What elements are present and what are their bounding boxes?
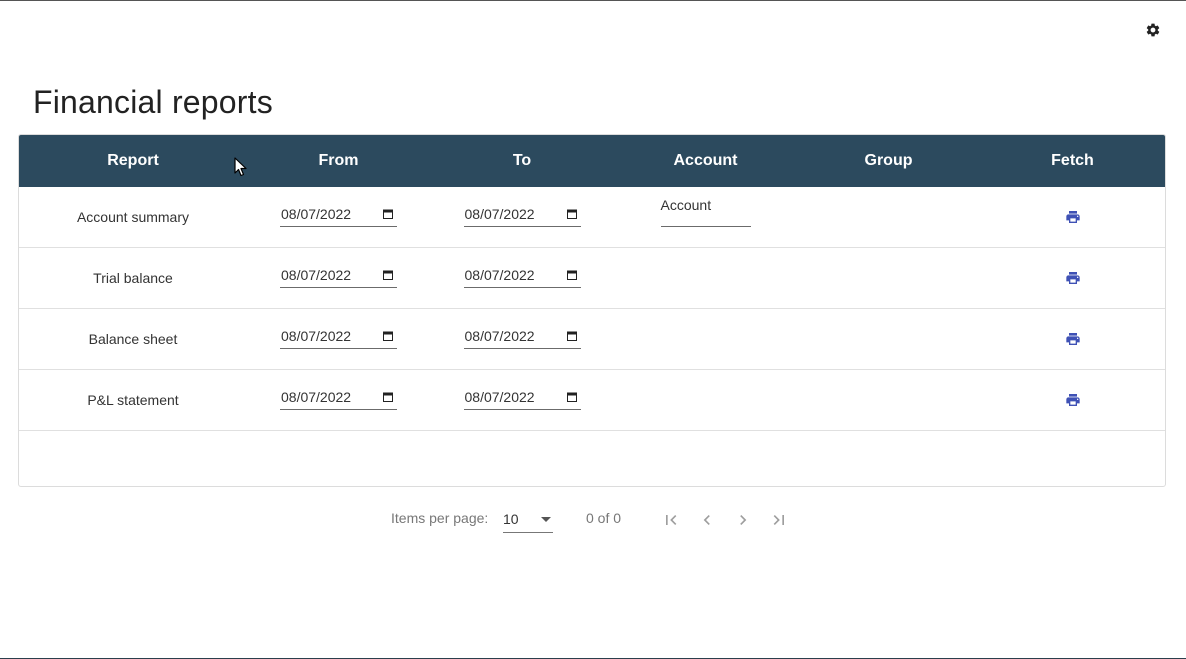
dropdown-arrow-icon (541, 517, 551, 522)
header-fetch: Fetch (1051, 152, 1094, 169)
account-cell (614, 370, 797, 430)
report-name: Trial balance (93, 270, 173, 286)
to-cell: 08/07/2022 (430, 309, 614, 369)
report-name: Balance sheet (88, 331, 178, 347)
report-name: Account summary (76, 209, 190, 225)
calendar-icon[interactable] (383, 270, 393, 280)
from-cell: 08/07/2022 (247, 309, 430, 369)
from-cell: 08/07/2022 (247, 187, 430, 247)
calendar-icon[interactable] (383, 392, 393, 402)
group-cell (797, 187, 980, 247)
from-date-input[interactable]: 08/07/2022 (280, 262, 397, 288)
to-date-input[interactable]: 08/07/2022 (463, 323, 581, 349)
fetch-cell (980, 248, 1165, 308)
window-top-border (0, 0, 1186, 1)
from-date-input[interactable]: 08/07/2022 (280, 384, 397, 410)
printer-icon[interactable] (1064, 331, 1082, 347)
date-value: 08/07/2022 (281, 266, 352, 283)
header-group: Group (864, 152, 913, 169)
to-date-input[interactable]: 08/07/2022 (463, 262, 581, 288)
fetch-cell (980, 370, 1165, 430)
chevron-right-icon[interactable] (733, 510, 753, 530)
chevron-left-icon[interactable] (697, 510, 717, 530)
last-page-icon[interactable] (769, 510, 789, 530)
first-page-icon[interactable] (661, 510, 681, 530)
account-cell: Account (614, 187, 797, 247)
calendar-icon[interactable] (383, 209, 393, 219)
items-per-page-select[interactable]: 10 (503, 507, 553, 533)
reports-table: Report From To Account Group Fetch Accou… (18, 134, 1166, 487)
from-date-input[interactable]: 08/07/2022 (280, 201, 397, 227)
date-value: 08/07/2022 (464, 266, 535, 283)
date-value: 08/07/2022 (281, 388, 352, 405)
page-range-label: 0 of 0 (586, 510, 622, 526)
gear-icon[interactable] (1145, 22, 1161, 38)
header-to: To (512, 152, 532, 169)
account-cell (614, 309, 797, 369)
date-value: 08/07/2022 (281, 327, 352, 344)
report-name: P&L statement (87, 392, 179, 408)
fetch-cell (980, 187, 1165, 247)
account-input[interactable]: Account (660, 197, 751, 227)
account-cell (614, 248, 797, 308)
items-per-page-value: 10 (503, 511, 519, 527)
page-title: Financial reports (33, 84, 273, 120)
date-value: 08/07/2022 (464, 205, 535, 222)
printer-icon[interactable] (1064, 209, 1082, 225)
from-cell: 08/07/2022 (247, 248, 430, 308)
from-date-input[interactable]: 08/07/2022 (280, 323, 397, 349)
to-date-input[interactable]: 08/07/2022 (463, 384, 581, 410)
calendar-icon[interactable] (566, 270, 577, 280)
table-row: Trial balance 08/07/2022 08/07/2022 (19, 248, 1165, 309)
header-report: Report (107, 152, 159, 169)
calendar-icon[interactable] (566, 209, 577, 219)
group-cell (797, 309, 980, 369)
to-cell: 08/07/2022 (430, 248, 614, 308)
calendar-icon[interactable] (383, 331, 393, 341)
header-account: Account (673, 152, 738, 169)
date-value: 08/07/2022 (464, 327, 535, 344)
date-value: 08/07/2022 (281, 205, 352, 222)
table-header-row: Report From To Account Group Fetch (19, 135, 1165, 187)
table-row: Balance sheet 08/07/2022 08/07/2022 (19, 309, 1165, 370)
group-cell (797, 370, 980, 430)
fetch-cell (980, 309, 1165, 369)
date-value: 08/07/2022 (464, 388, 535, 405)
group-cell (797, 248, 980, 308)
printer-icon[interactable] (1064, 270, 1082, 286)
from-cell: 08/07/2022 (247, 370, 430, 430)
to-date-input[interactable]: 08/07/2022 (463, 201, 581, 227)
calendar-icon[interactable] (566, 392, 577, 402)
account-placeholder: Account (660, 197, 712, 213)
header-from: From (318, 152, 359, 169)
paginator: Items per page: 10 0 of 0 (0, 505, 1186, 535)
calendar-icon[interactable] (566, 331, 577, 341)
table-row: Account summary 08/07/2022 08/07/2022 Ac… (19, 187, 1165, 248)
items-per-page-label: Items per page: (391, 510, 489, 526)
printer-icon[interactable] (1064, 392, 1082, 408)
to-cell: 08/07/2022 (430, 370, 614, 430)
mouse-cursor-icon (234, 157, 247, 177)
to-cell: 08/07/2022 (430, 187, 614, 247)
table-row: P&L statement 08/07/2022 08/07/2022 (19, 370, 1165, 431)
